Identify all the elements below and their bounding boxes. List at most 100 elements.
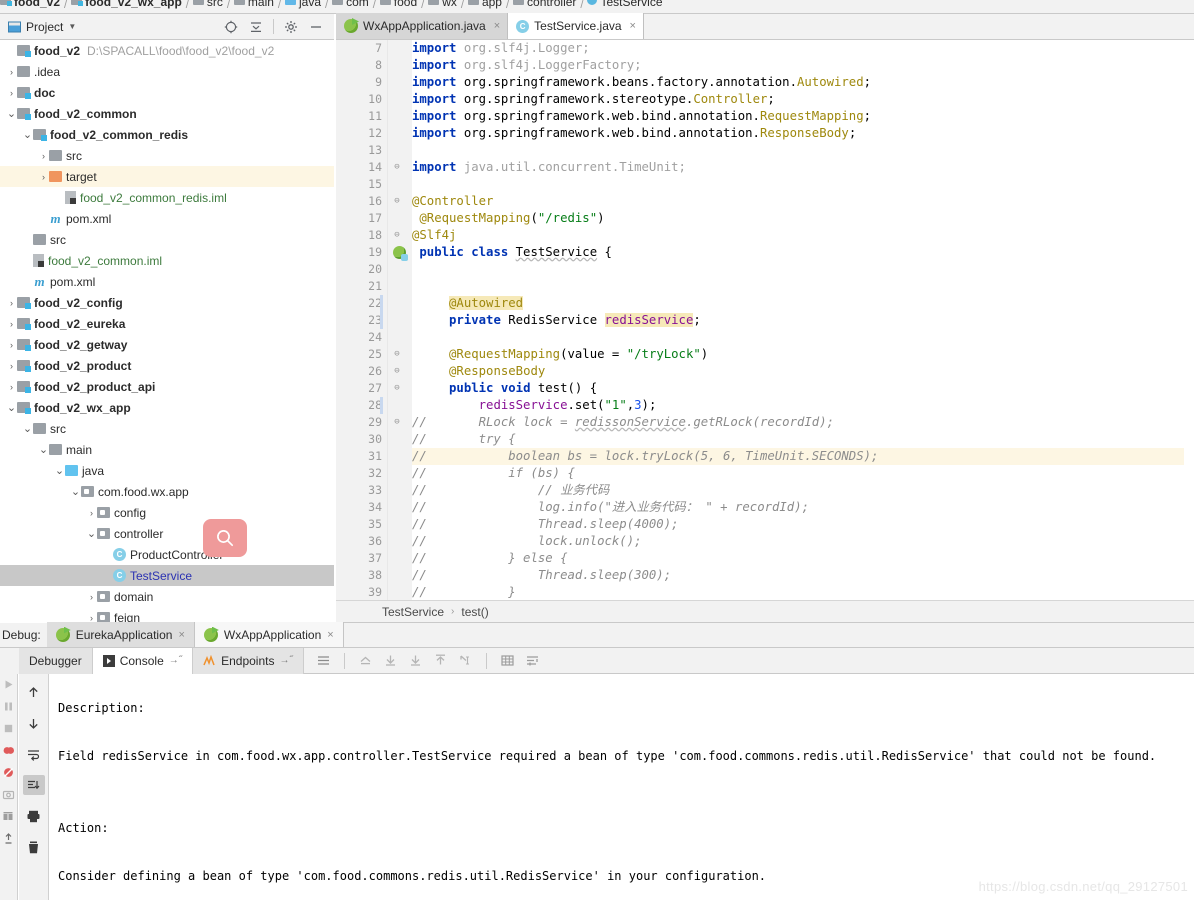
soft-wrap-icon[interactable]	[358, 653, 373, 668]
code-line[interactable]: 16 ⊖ @Controller	[368, 193, 1194, 210]
top-breadcrumb-item[interactable]: com	[332, 0, 369, 8]
chevron-right-icon[interactable]: ›	[86, 592, 97, 602]
editor-fold-column[interactable]	[388, 40, 412, 600]
tree-item-pom-xml[interactable]: ›mpom.xml	[0, 271, 334, 292]
settings-gear-icon[interactable]	[283, 19, 299, 35]
editor-breadcrumb-item[interactable]: TestService	[382, 605, 444, 619]
chevron-down-icon[interactable]: ⌄	[54, 465, 65, 476]
top-breadcrumb-item[interactable]: TestService	[587, 0, 663, 8]
tree-item-config[interactable]: › config	[0, 502, 334, 523]
code-line[interactable]: 31 // boolean bs = lock.tryLock(5, 6, Tim…	[336, 448, 1194, 465]
chevron-right-icon[interactable]: ›	[6, 382, 17, 392]
editor-scrollbar[interactable]	[1184, 40, 1194, 600]
debug-action-rail[interactable]	[0, 674, 18, 900]
code-line[interactable]: 39 // }	[368, 584, 1194, 600]
tree-item-food-v2-wx-app[interactable]: ⌄ food_v2_wx_app	[0, 397, 334, 418]
scroll-up-icon[interactable]	[433, 653, 448, 668]
editor-tab-testservice-java[interactable]: C TestService.java ×	[508, 13, 644, 39]
tree-item-food-v2[interactable]: ›food_v2D:\SPACALL\food\food_v2\food_v2	[0, 40, 334, 61]
camera-icon[interactable]	[2, 788, 15, 801]
chevron-down-icon[interactable]: ⌄	[70, 486, 81, 497]
code-line[interactable]: 35 // Thread.sleep(4000);	[368, 516, 1194, 533]
chevron-down-icon[interactable]: ⌄	[22, 129, 33, 140]
print-icon[interactable]	[23, 806, 45, 826]
tree-item-com-food-wx-app[interactable]: ⌄ com.food.wx.app	[0, 481, 334, 502]
chevron-down-icon[interactable]: ⌄	[38, 444, 49, 455]
chevron-right-icon[interactable]: ›	[6, 319, 17, 329]
resume-program-icon[interactable]	[2, 678, 15, 691]
fold-toggle-icon[interactable]: ⊖	[390, 193, 404, 210]
mute-breakpoints-icon[interactable]	[2, 766, 15, 779]
top-breadcrumb-item[interactable]: food	[379, 0, 417, 8]
jump-to-end-icon[interactable]	[458, 653, 473, 668]
code-line[interactable]: 15	[368, 176, 1194, 193]
debug-tab-bar[interactable]: Debug: EurekaApplication × WxAppApplication…	[0, 622, 1194, 648]
code-line[interactable]: 32 // if (bs) {	[368, 465, 1194, 482]
tree-item-productcontroller[interactable]: ›CProductController	[0, 544, 334, 565]
table-icon[interactable]	[500, 653, 515, 668]
code-line[interactable]: 8 import org.slf4j.LoggerFactory;	[375, 57, 1194, 74]
code-line[interactable]: 21	[368, 278, 1194, 295]
chevron-right-icon[interactable]: ›	[38, 172, 49, 182]
soft-wrap-icon[interactable]	[23, 744, 45, 764]
code-line[interactable]: 17 @RequestMapping("/redis")	[368, 210, 1194, 227]
chevron-down-icon[interactable]: ⌄	[6, 402, 17, 413]
debug-run-tab-eurekaapplication[interactable]: EurekaApplication ×	[46, 622, 195, 647]
tree-item-main[interactable]: ⌄ main	[0, 439, 334, 460]
fold-toggle-icon[interactable]: ⊖	[390, 363, 404, 380]
scroll-down-icon[interactable]	[408, 653, 423, 668]
top-breadcrumb-item[interactable]: java	[284, 0, 321, 8]
top-breadcrumb-item[interactable]: main	[233, 0, 274, 8]
view-breakpoints-icon[interactable]	[2, 744, 15, 757]
console-sub-tab-debugger[interactable]: Debugger	[19, 647, 93, 674]
console-sub-tab-console[interactable]: Console →˝	[92, 647, 194, 674]
tree-item-controller[interactable]: ⌄ controller	[0, 523, 334, 544]
tree-item-food-v2-product-api[interactable]: › food_v2_product_api	[0, 376, 334, 397]
code-line[interactable]: 20	[368, 261, 1194, 278]
editor-breadcrumb[interactable]: TestService › test()	[336, 600, 1194, 623]
pin-tab-icon[interactable]: →˝	[279, 655, 292, 666]
top-breadcrumb[interactable]: food_v2/food_v2_wx_app / src / main / java / com…	[0, 0, 1194, 14]
wrap-text-icon[interactable]	[316, 653, 331, 668]
code-line[interactable]: 30 // try {	[368, 431, 1194, 448]
tree-item--idea[interactable]: › .idea	[0, 61, 334, 82]
tree-item-src[interactable]: ›src	[0, 145, 334, 166]
top-breadcrumb-item[interactable]: food_v2_wx_app	[71, 0, 182, 8]
chevron-right-icon[interactable]: ›	[6, 361, 17, 371]
up-arrow-icon[interactable]	[23, 682, 45, 702]
fold-toggle-icon[interactable]: ⊖	[390, 159, 404, 176]
chevron-right-icon[interactable]: ›	[86, 508, 97, 518]
code-line[interactable]: 19 public class TestService {	[368, 244, 1194, 261]
tree-item-feign[interactable]: › feign	[0, 607, 334, 623]
debug-run-tab-wxappapplication[interactable]: WxAppApplication ×	[194, 622, 344, 647]
settings-lines-icon[interactable]	[525, 653, 540, 668]
tree-item-java[interactable]: ⌄ java	[0, 460, 334, 481]
code-line[interactable]: 23 private RedisService redisService;	[368, 312, 1194, 329]
tree-item-food-v2-product[interactable]: › food_v2_product	[0, 355, 334, 376]
tree-item-food-v2-common-redis[interactable]: ⌄ food_v2_common_redis	[0, 124, 334, 145]
console-sub-tab-endpoints[interactable]: Endpoints →˝	[193, 647, 304, 674]
code-line[interactable]: 10 import org.springframework.stereotype.…	[368, 91, 1194, 108]
code-line[interactable]: 34 // log.info("进入业务代码： " + recordId);	[368, 499, 1194, 516]
chevron-right-icon[interactable]: ›	[6, 340, 17, 350]
top-breadcrumb-item[interactable]: wx	[428, 0, 457, 8]
tree-item-src[interactable]: ›src	[0, 229, 334, 250]
layout-icon[interactable]	[2, 810, 15, 823]
code-line[interactable]: 13	[368, 142, 1194, 159]
debug-toolbar[interactable]: Debugger Console →˝ Endpoints →˝	[0, 647, 1194, 674]
fold-toggle-icon[interactable]: ⊖	[390, 414, 404, 431]
scroll-to-end-icon[interactable]	[22, 775, 45, 795]
trash-icon[interactable]	[23, 837, 45, 857]
editor-tab-wxappapplication-java[interactable]: WxAppApplication.java ×	[336, 13, 509, 39]
locate-icon[interactable]	[223, 19, 239, 35]
tree-item-doc[interactable]: › doc	[0, 82, 334, 103]
close-icon[interactable]: ×	[178, 629, 184, 641]
top-breadcrumb-item[interactable]: food_v2	[0, 0, 60, 8]
chevron-down-icon[interactable]: ⌄	[22, 423, 33, 434]
pin-icon[interactable]	[2, 832, 15, 845]
hide-panel-icon[interactable]	[308, 19, 324, 35]
code-editor[interactable]: 7 import org.slf4j.Logger; 8 import org.slf…	[336, 40, 1194, 600]
fold-toggle-icon[interactable]: ⊖	[390, 346, 404, 363]
code-line[interactable]: 12 import org.springframework.web.bind.an…	[368, 125, 1194, 142]
code-line[interactable]: 22 @Autowired	[368, 295, 1194, 312]
